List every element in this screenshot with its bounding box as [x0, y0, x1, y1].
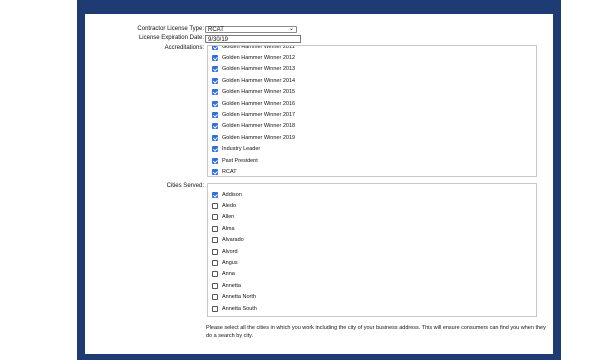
accreditation-item[interactable]: Golden Hammer Winner 2011	[212, 45, 536, 52]
accreditation-checkbox[interactable]	[212, 77, 218, 84]
accreditation-label: Golden Hammer Winner 2018	[222, 123, 296, 130]
accreditation-label: Golden Hammer Winner 2013	[222, 66, 296, 73]
city-label: Angus	[222, 260, 238, 267]
accreditation-item[interactable]: Golden Hammer Winner 2018	[212, 121, 536, 132]
city-label: Alvord	[222, 248, 238, 255]
city-checkbox[interactable]	[212, 294, 218, 301]
city-checkbox[interactable]	[212, 260, 218, 267]
chevron-down-icon: ⌄	[288, 26, 294, 32]
city-checkbox[interactable]	[212, 191, 218, 198]
city-label: Annetta	[222, 282, 241, 289]
city-item[interactable]: Annetta	[212, 280, 536, 291]
city-item[interactable]: Addison	[212, 189, 536, 200]
city-checkbox[interactable]	[212, 248, 218, 255]
city-item[interactable]: Alvord	[212, 246, 536, 257]
accreditation-checkbox[interactable]	[212, 112, 218, 119]
accreditation-label: Past President	[222, 157, 258, 164]
city-item[interactable]: Anna	[212, 269, 536, 280]
accreditation-label: Golden Hammer Winner 2017	[222, 112, 296, 119]
accreditation-label: Golden Hammer Winner 2016	[222, 100, 296, 107]
city-checkbox[interactable]	[212, 271, 218, 278]
accreditation-item[interactable]: RCAT	[212, 166, 536, 176]
accreditations-label: Accreditations:	[164, 45, 204, 51]
accreditation-item[interactable]: Golden Hammer Winner 2013	[212, 64, 536, 75]
city-checkbox[interactable]	[212, 225, 218, 232]
city-checkbox[interactable]	[212, 282, 218, 289]
accreditation-item[interactable]: Past President	[212, 155, 536, 166]
city-label: Annetta North	[222, 294, 256, 301]
accreditation-checkbox[interactable]	[212, 66, 218, 73]
city-checkbox[interactable]	[212, 305, 218, 312]
accreditation-label: Golden Hammer Winner 2015	[222, 89, 296, 96]
city-label: Alma	[222, 225, 235, 232]
city-checkbox[interactable]	[212, 214, 218, 221]
expiration-label: License Expiration Date:	[138, 35, 204, 41]
license-type-value: RCAT	[208, 27, 224, 33]
accreditation-checkbox[interactable]	[212, 134, 218, 141]
city-label: Allen	[222, 214, 235, 221]
accreditation-label: RCAT	[222, 168, 237, 175]
city-label: Addison	[222, 191, 242, 198]
cities-label: Cities Served:	[166, 183, 204, 189]
city-item[interactable]: Annetta South	[212, 303, 536, 314]
accreditation-checkbox[interactable]	[212, 157, 218, 164]
city-label: Anna	[222, 271, 235, 278]
accreditation-item[interactable]: Golden Hammer Winner 2017	[212, 109, 536, 120]
accreditation-item[interactable]: Golden Hammer Winner 2019	[212, 132, 536, 143]
accreditation-checkbox[interactable]	[212, 55, 218, 62]
accreditation-item[interactable]: Golden Hammer Winner 2016	[212, 98, 536, 109]
cities-list[interactable]: Addison Aledo Allen Alma Alvarado Alvord Angus…	[207, 183, 537, 317]
cities-help-text: Please select all the cities in which yo…	[206, 325, 546, 339]
accreditation-label: Golden Hammer Winner 2012	[222, 55, 296, 62]
city-item[interactable]: Aledo	[212, 200, 536, 211]
accreditation-item[interactable]: Golden Hammer Winner 2012	[212, 52, 536, 63]
accreditation-label: Golden Hammer Winner 2019	[222, 134, 296, 141]
license-type-select[interactable]: RCAT ⌄	[205, 26, 297, 33]
city-item[interactable]: Alvarado	[212, 235, 536, 246]
accreditation-checkbox[interactable]	[212, 100, 218, 107]
city-item[interactable]: Annetta North	[212, 292, 536, 303]
accreditation-checkbox[interactable]	[212, 89, 218, 96]
city-item[interactable]: Angus	[212, 257, 536, 268]
accreditation-checkbox[interactable]	[212, 168, 218, 175]
city-item[interactable]: Alma	[212, 223, 536, 234]
city-label: Aledo	[222, 203, 237, 210]
accreditation-label: Industry Leader	[222, 146, 261, 153]
license-type-label: Contractor License Type:	[137, 26, 204, 32]
accreditation-item[interactable]: Industry Leader	[212, 144, 536, 155]
accreditation-label: Golden Hammer Winner 2011	[222, 45, 295, 50]
accreditations-list[interactable]: Golden Hammer Winner 2011 Golden Hammer W…	[207, 45, 537, 177]
city-label: Alvarado	[222, 237, 244, 244]
expiration-date-input[interactable]: 9/30/19	[205, 35, 301, 43]
accreditation-checkbox[interactable]	[212, 146, 218, 153]
city-checkbox[interactable]	[212, 237, 218, 244]
accreditation-item[interactable]: Golden Hammer Winner 2015	[212, 87, 536, 98]
accreditation-label: Golden Hammer Winner 2014	[222, 77, 296, 84]
city-label: Annetta South	[222, 305, 257, 312]
accreditation-checkbox[interactable]	[212, 123, 218, 130]
city-checkbox[interactable]	[212, 203, 218, 210]
accreditation-checkbox[interactable]	[212, 46, 218, 50]
accreditation-item[interactable]: Golden Hammer Winner 2014	[212, 75, 536, 86]
city-item[interactable]: Allen	[212, 212, 536, 223]
